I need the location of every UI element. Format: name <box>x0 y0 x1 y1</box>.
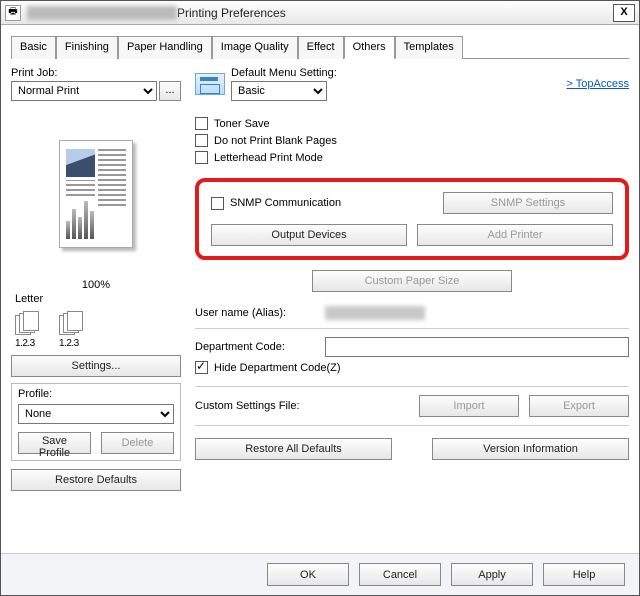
snmp-settings-button[interactable]: SNMP Settings <box>443 192 613 214</box>
print-job-label: Print Job: <box>11 67 181 79</box>
tab-image-quality[interactable]: Image Quality <box>212 36 298 59</box>
restore-defaults-button[interactable]: Restore Defaults <box>11 469 181 491</box>
hide-dept-checkbox[interactable] <box>195 361 208 374</box>
tab-content: Print Job: Normal Print ... <box>11 67 629 491</box>
tab-templates[interactable]: Templates <box>395 36 463 59</box>
print-job-select[interactable]: Normal Print <box>11 81 157 101</box>
dialog-footer: OK Cancel Apply Help <box>1 553 639 595</box>
menu-icon <box>195 73 225 95</box>
zoom-value: 100% <box>11 279 181 291</box>
restore-all-defaults-button[interactable]: Restore All Defaults <box>195 438 392 460</box>
custom-settings-label: Custom Settings File: <box>195 400 315 412</box>
topaccess-link[interactable]: > TopAccess <box>567 78 629 90</box>
tab-finishing[interactable]: Finishing <box>56 36 118 59</box>
profile-label: Profile: <box>18 388 174 400</box>
tab-effect[interactable]: Effect <box>298 36 344 59</box>
save-profile-button[interactable]: Save Profile <box>18 432 91 454</box>
custom-paper-size-button[interactable]: Custom Paper Size <box>312 270 512 292</box>
export-button[interactable]: Export <box>529 395 629 417</box>
close-button[interactable]: X <box>613 4 635 22</box>
page-preview <box>11 109 181 279</box>
hide-dept-label: Hide Department Code(Z) <box>214 362 341 374</box>
tab-others[interactable]: Others <box>344 36 395 59</box>
delete-profile-button[interactable]: Delete <box>101 432 174 454</box>
profile-select[interactable]: None <box>18 404 174 424</box>
paper-size-value: Letter <box>15 293 181 305</box>
dept-code-input[interactable] <box>325 337 629 357</box>
stack-icon-1: 1.2.3 <box>15 311 39 337</box>
printer-name-hidden <box>27 6 177 20</box>
highlight-box: SNMP Communication SNMP Settings Output … <box>195 178 629 260</box>
settings-button[interactable]: Settings... <box>11 355 181 377</box>
snmp-label: SNMP Communication <box>230 197 443 209</box>
letterhead-label: Letterhead Print Mode <box>214 152 323 164</box>
help-button[interactable]: Help <box>543 563 625 586</box>
toner-save-label: Toner Save <box>214 118 270 130</box>
toner-save-checkbox[interactable] <box>195 117 208 130</box>
add-printer-button[interactable]: Add Printer <box>417 224 613 246</box>
cancel-button[interactable]: Cancel <box>359 563 441 586</box>
default-menu-label: Default Menu Setting: <box>231 67 567 79</box>
window-title: Printing Preferences <box>177 6 286 20</box>
left-column: Print Job: Normal Print ... <box>11 67 181 491</box>
snmp-checkbox[interactable] <box>211 197 224 210</box>
output-devices-button[interactable]: Output Devices <box>211 224 407 246</box>
apply-button[interactable]: Apply <box>451 563 533 586</box>
preview-page <box>59 140 133 248</box>
profile-group: Profile: None Save Profile Delete <box>11 383 181 461</box>
version-info-button[interactable]: Version Information <box>432 438 629 460</box>
dialog-body: Basic Finishing Paper Handling Image Qua… <box>1 25 639 553</box>
ok-button[interactable]: OK <box>267 563 349 586</box>
blank-pages-label: Do not Print Blank Pages <box>214 135 337 147</box>
tab-paper-handling[interactable]: Paper Handling <box>118 36 212 59</box>
page-order-icons: 1.2.3 1.2.3 <box>15 311 181 337</box>
titlebar: 🖶 Printing Preferences X <box>1 1 639 25</box>
import-button[interactable]: Import <box>419 395 519 417</box>
username-value-hidden <box>325 306 425 320</box>
letterhead-checkbox[interactable] <box>195 151 208 164</box>
right-column: Default Menu Setting: Basic > TopAccess … <box>195 67 629 491</box>
username-label: User name (Alias): <box>195 307 315 319</box>
print-job-more-button[interactable]: ... <box>159 81 181 101</box>
tab-strip: Basic Finishing Paper Handling Image Qua… <box>11 35 629 59</box>
blank-pages-checkbox[interactable] <box>195 134 208 147</box>
stack-icon-2: 1.2.3 <box>59 311 83 337</box>
preferences-window: 🖶 Printing Preferences X Basic Finishing… <box>0 0 640 596</box>
dept-code-label: Department Code: <box>195 341 315 353</box>
default-menu-select[interactable]: Basic <box>231 81 327 101</box>
printer-icon: 🖶 <box>5 5 21 21</box>
tab-basic[interactable]: Basic <box>11 36 56 59</box>
